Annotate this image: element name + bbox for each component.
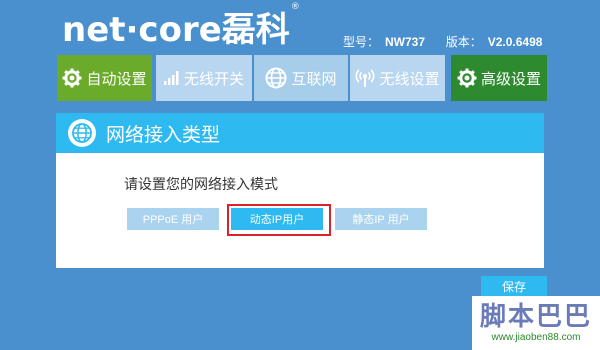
mode-static-ip-button[interactable]: 静态IP 用户: [335, 208, 427, 230]
nav-auto-setup[interactable]: 自动设置: [57, 55, 152, 101]
nav-internet-label: 互联网: [291, 70, 337, 88]
gear-icon: [457, 68, 477, 88]
site-watermark: 脚本巴巴 www.jiaoben88.com: [472, 296, 600, 350]
brand-logo: net·core磊科®: [62, 2, 300, 51]
selection-highlight-box: [227, 204, 331, 236]
mode-pppoe-button[interactable]: PPPoE 用户: [127, 208, 219, 230]
save-button[interactable]: 保存: [481, 276, 547, 296]
wireless-icon: [355, 68, 375, 88]
watermark-main-text: 脚本巴巴: [479, 301, 592, 332]
panel-title: 网络接入类型: [106, 124, 221, 146]
panel-header: 网络接入类型: [56, 113, 544, 153]
model-label: 型号：: [343, 35, 380, 49]
nav-wireless-switch[interactable]: 无线开关: [156, 55, 252, 101]
network-access-panel: 网络接入类型 请设置您的网络接入模式 PPPoE 用户 动态IP用户 静态IP …: [56, 113, 544, 268]
nav-auto-setup-label: 自动设置: [86, 70, 147, 88]
nav-wireless-switch-label: 无线开关: [183, 70, 244, 88]
globe-icon: [265, 67, 287, 89]
brand-logo-text: net·core磊科: [62, 10, 290, 50]
nav-internet[interactable]: 互联网: [254, 55, 348, 101]
main-nav: 自动设置 无线开关 互联网 无线设置 高级设置: [0, 55, 600, 101]
version-value: V2.0.6498: [487, 35, 543, 49]
gear-icon: [62, 68, 82, 88]
version-info: 型号： NW737 版本： V2.0.6498: [343, 33, 542, 50]
nav-wireless-settings[interactable]: 无线设置: [350, 55, 445, 101]
watermark-url-text: www.jiaoben88.com: [491, 331, 581, 343]
registered-mark: ®: [290, 2, 300, 12]
globe-icon: [68, 119, 96, 147]
nav-advanced-settings-label: 高级设置: [480, 70, 541, 88]
nav-advanced-settings[interactable]: 高级设置: [451, 55, 547, 101]
signal-bars-icon: [163, 71, 180, 85]
nav-wireless-settings-label: 无线设置: [379, 70, 440, 88]
model-value: NW737: [385, 35, 426, 49]
version-label: 版本：: [445, 35, 482, 49]
access-mode-prompt: 请设置您的网络接入模式: [124, 176, 278, 192]
